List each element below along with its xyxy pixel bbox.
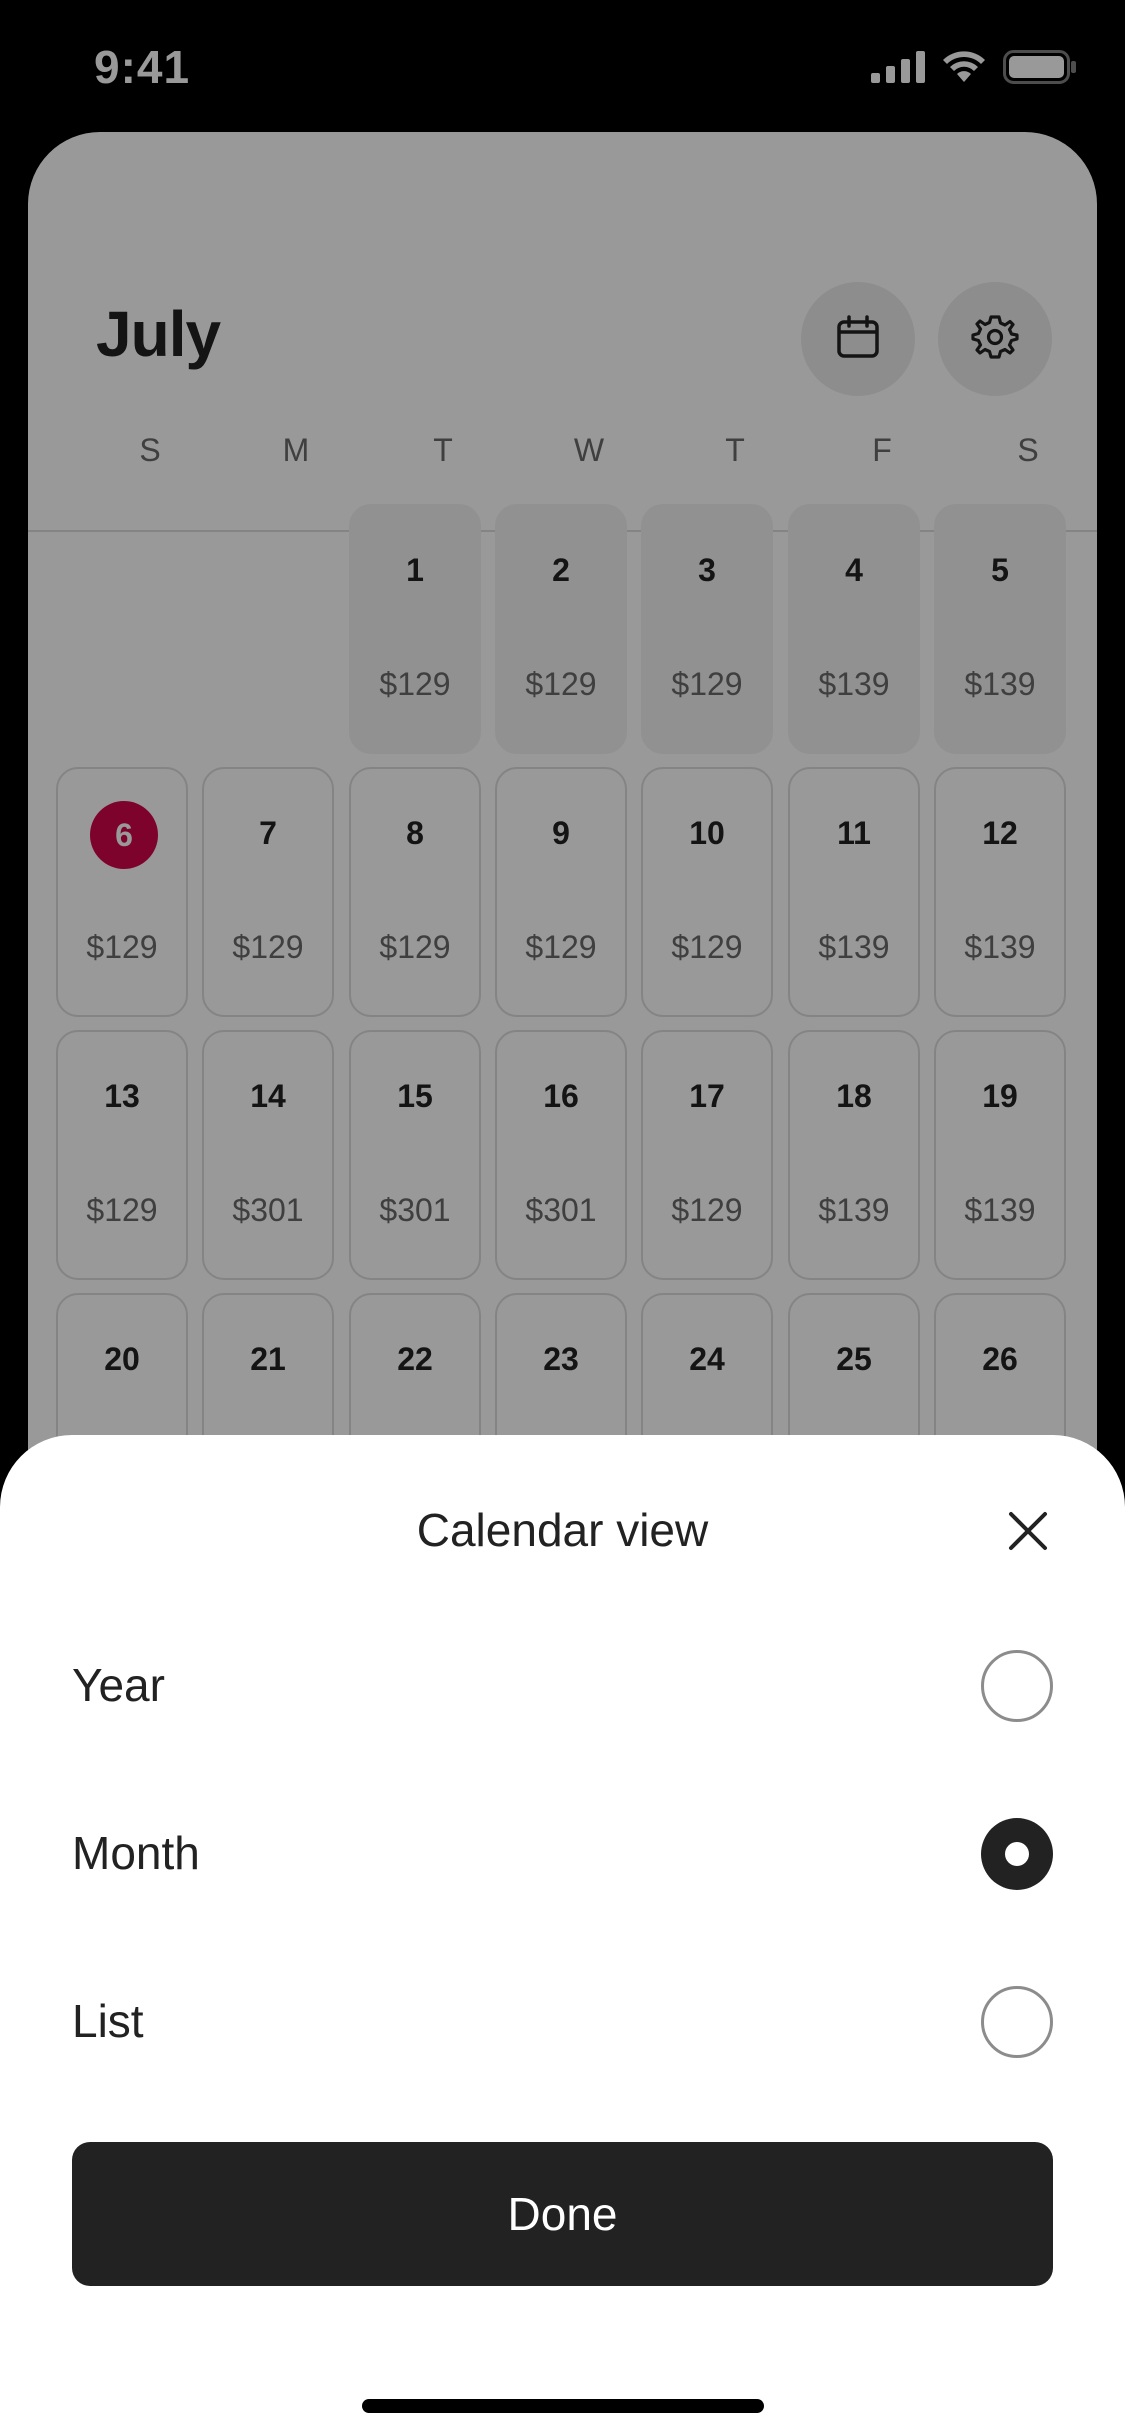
option-label: List	[72, 1995, 144, 2047]
home-indicator	[362, 2399, 764, 2413]
radio-button[interactable]	[981, 1818, 1053, 1890]
close-icon	[1008, 1511, 1048, 1556]
option-list[interactable]: List	[72, 1956, 1053, 2086]
calendar-view-sheet: Calendar view Year Month List Done	[0, 1435, 1125, 2436]
sheet-title: Calendar view	[416, 1504, 709, 1556]
done-button[interactable]: Done	[72, 2142, 1053, 2286]
option-month[interactable]: Month	[72, 1788, 1053, 1918]
radio-button[interactable]	[981, 1986, 1053, 2058]
option-label: Year	[72, 1659, 165, 1711]
close-button[interactable]	[1000, 1505, 1056, 1561]
radio-button[interactable]	[981, 1650, 1053, 1722]
option-label: Month	[72, 1827, 200, 1879]
option-year[interactable]: Year	[72, 1620, 1053, 1750]
